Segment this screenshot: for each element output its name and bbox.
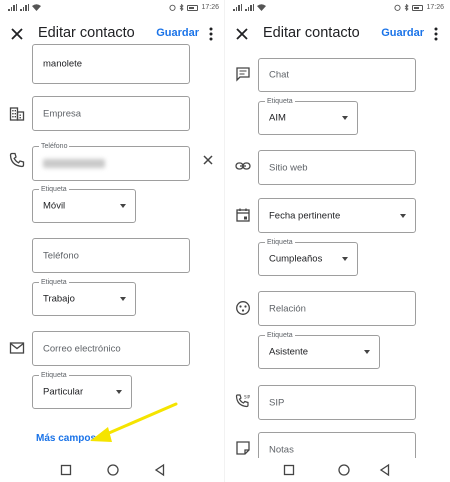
status-bar: 17:26 — [0, 0, 225, 16]
company-placeholder: Empresa — [43, 108, 82, 119]
circle-icon[interactable] — [105, 462, 121, 478]
page-title: Editar contacto — [263, 25, 360, 41]
chat-field[interactable]: Chat — [258, 58, 416, 92]
sip-field[interactable]: SIP — [258, 385, 416, 420]
system-indicators: 17:26 — [169, 4, 219, 11]
triangle-back-icon[interactable] — [377, 462, 393, 478]
email-field[interactable]: Correo electrónico — [32, 331, 190, 366]
signal-icon — [233, 4, 242, 11]
chevron-down-icon — [120, 297, 126, 301]
status-bar: 17:26 — [225, 0, 450, 16]
nickname-field[interactable]: manolete — [32, 44, 190, 84]
phone-number-redacted — [43, 159, 105, 168]
link-icon — [235, 162, 251, 170]
save-button[interactable]: Guardar — [381, 27, 424, 39]
nav-bar — [0, 458, 225, 482]
bluetooth-icon — [405, 4, 410, 11]
phone-icon — [9, 152, 25, 168]
website-field[interactable]: Sitio web — [258, 150, 416, 185]
chat-label-value: AIM — [269, 112, 286, 124]
svg-text:SIP: SIP — [244, 395, 251, 400]
date-select[interactable]: Fecha pertinente — [258, 198, 416, 233]
event-icon — [236, 208, 250, 222]
signal-icon — [20, 4, 29, 11]
phone2-placeholder: Teléfono — [43, 250, 79, 261]
system-indicators: 17:26 — [394, 4, 444, 11]
chevron-down-icon — [400, 213, 406, 218]
close-icon[interactable] — [232, 24, 252, 44]
chevron-down-icon — [116, 390, 122, 394]
signal-indicators — [8, 4, 41, 11]
sip-placeholder: SIP — [269, 397, 285, 408]
signal-icon — [245, 4, 254, 11]
nickname-value: manolete — [43, 58, 83, 70]
close-icon[interactable] — [7, 24, 27, 44]
date-label-caption: Etiqueta — [265, 238, 295, 247]
alarm-icon — [169, 4, 177, 11]
company-field[interactable]: Empresa — [32, 96, 190, 131]
phone2-label-caption: Etiqueta — [39, 278, 69, 287]
phone2-field[interactable]: Teléfono — [32, 238, 190, 273]
save-button[interactable]: Guardar — [156, 27, 199, 39]
status-time: 17:26 — [426, 4, 444, 11]
clear-icon[interactable] — [200, 152, 216, 168]
battery-icon — [412, 4, 424, 11]
relation-label-value: Asistente — [269, 346, 309, 358]
left-screen: 17:26 Editar contacto Guardar manolete E… — [0, 0, 225, 482]
relation-placeholder: Relación — [269, 303, 306, 314]
phone-label-caption: Etiqueta — [39, 185, 69, 194]
wifi-icon — [32, 4, 41, 11]
more-vert-icon[interactable] — [428, 25, 444, 43]
date-value: Fecha pertinente — [269, 210, 341, 221]
notes-icon — [236, 441, 250, 455]
website-placeholder: Sitio web — [269, 162, 308, 173]
battery-icon — [187, 4, 199, 11]
relation-field[interactable]: Relación — [258, 291, 416, 326]
alarm-icon — [394, 4, 402, 11]
chat-label-select[interactable]: Etiqueta AIM — [258, 97, 358, 135]
wifi-icon — [257, 4, 266, 11]
page-title: Editar contacto — [38, 25, 135, 41]
square-icon[interactable] — [281, 462, 297, 478]
chat-icon — [236, 67, 250, 82]
email-label-caption: Etiqueta — [39, 371, 69, 380]
email-label-value: Particular — [43, 386, 84, 398]
square-icon[interactable] — [58, 462, 74, 478]
phone2-label-value: Trabajo — [43, 293, 75, 305]
date-label-select[interactable]: Etiqueta Cumpleaños — [258, 238, 358, 276]
status-time: 17:26 — [201, 4, 219, 11]
triangle-back-icon[interactable] — [152, 462, 168, 478]
app-bar: Editar contacto Guardar — [225, 18, 450, 50]
chevron-down-icon — [342, 257, 348, 261]
phone-field[interactable]: Teléfono — [32, 142, 190, 181]
notes-placeholder: Notas — [269, 444, 294, 456]
email-icon — [9, 342, 25, 354]
chevron-down-icon — [342, 116, 348, 120]
more-vert-icon[interactable] — [203, 25, 219, 43]
chat-placeholder: Chat — [269, 69, 290, 81]
bluetooth-icon — [180, 4, 185, 11]
phone-label-value: Móvil — [43, 200, 66, 212]
chevron-down-icon — [120, 204, 126, 208]
signal-indicators — [233, 4, 266, 11]
email-placeholder: Correo electrónico — [43, 343, 121, 354]
relation-icon — [236, 301, 250, 315]
sip-phone-icon: SIP — [235, 394, 251, 408]
right-screen: 17:26 Editar contacto Guardar Chat Etiqu… — [225, 0, 450, 482]
date-label-value: Cumpleaños — [269, 253, 323, 265]
nav-bar — [225, 458, 450, 482]
relation-label-caption: Etiqueta — [265, 331, 295, 340]
chevron-down-icon — [364, 350, 370, 354]
phone-field-label: Teléfono — [39, 142, 70, 151]
phone2-label-select[interactable]: Etiqueta Trabajo — [32, 278, 136, 316]
chat-label-caption: Etiqueta — [265, 97, 295, 106]
signal-icon — [8, 4, 17, 11]
phone-label-select[interactable]: Etiqueta Móvil — [32, 185, 136, 223]
annotation-arrow — [90, 402, 178, 442]
relation-label-select[interactable]: Etiqueta Asistente — [258, 331, 380, 369]
circle-icon[interactable] — [336, 462, 352, 478]
business-icon — [9, 107, 25, 121]
